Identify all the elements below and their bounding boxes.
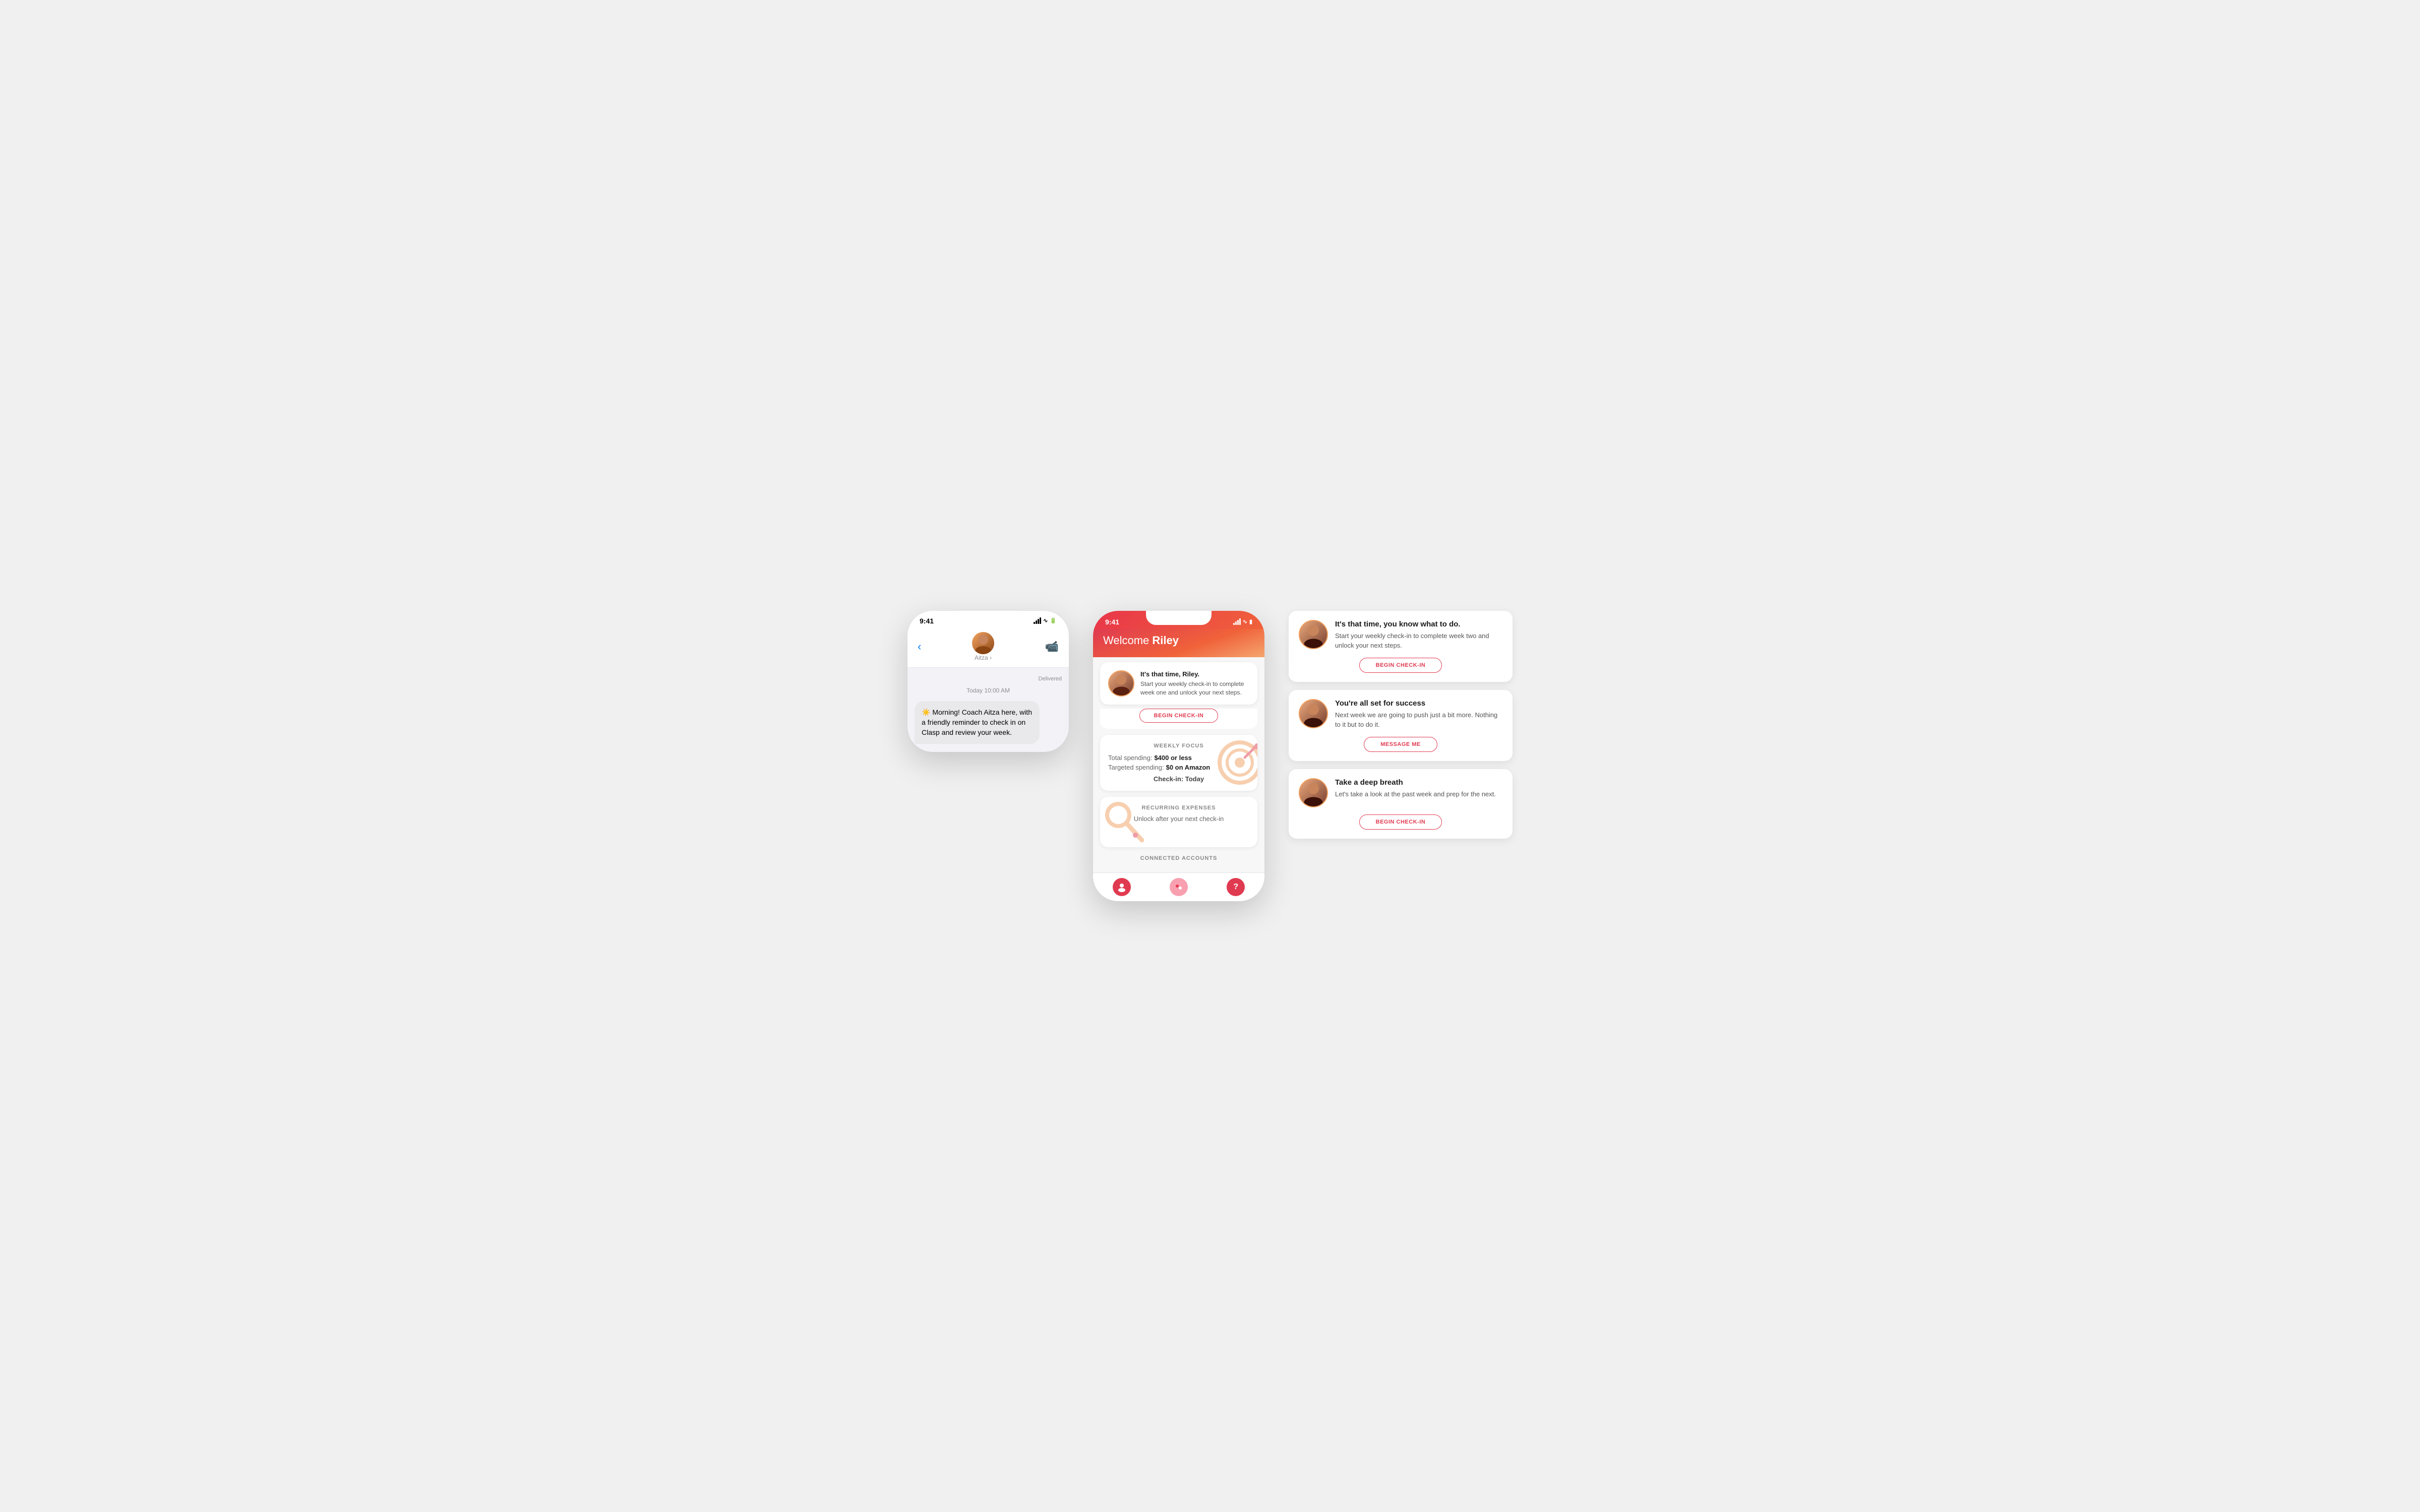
checkin-desc: Start your weekly check-in to complete w… — [1140, 680, 1249, 697]
checkin-card: It's that time, Riley. Start your weekly… — [1100, 662, 1257, 705]
coach-card-2-title: You're all set for success — [1335, 699, 1502, 708]
weekly-focus-card: WEEKLY FOCUS Total spending: $400 or les… — [1100, 735, 1257, 791]
messaging-phone: 9:41 ∿ 🔋 ‹ — [908, 611, 1069, 752]
app-status-icons: ∿ ▮ — [1233, 618, 1252, 625]
connected-accounts-section: CONNECTED ACCOUNTS — [1100, 853, 1257, 861]
coach-card-1-avatar — [1299, 620, 1328, 649]
page-wrapper: 9:41 ∿ 🔋 ‹ — [908, 611, 1512, 902]
contact-avatar — [972, 632, 994, 654]
battery-icon: 🔋 — [1050, 617, 1057, 624]
checkin-card-text: It's that time, Riley. Start your weekly… — [1140, 670, 1249, 697]
coach-card-2-text: You're all set for success Next week we … — [1335, 699, 1502, 730]
welcome-prefix: Welcome — [1103, 634, 1152, 647]
coach-cards-column: It's that time, you know what to do. Sta… — [1289, 611, 1512, 839]
coach-card-1-desc: Start your weekly check-in to complete w… — [1335, 631, 1502, 651]
coach-card-1-inner: It's that time, you know what to do. Sta… — [1299, 620, 1502, 651]
checkin-title: It's that time, Riley. — [1140, 670, 1249, 678]
tab-bar: ? — [1093, 872, 1264, 901]
video-call-icon[interactable]: 📹 — [1045, 640, 1059, 653]
app-time: 9:41 — [1105, 618, 1119, 626]
app-content: It's that time, Riley. Start your weekly… — [1093, 657, 1264, 873]
contact-name: Aitza › — [975, 654, 992, 661]
home-tab[interactable] — [1170, 878, 1188, 896]
wifi-icon: ∿ — [1043, 617, 1048, 624]
profile-tab[interactable] — [1113, 878, 1131, 896]
coach-card-3-title: Take a deep breath — [1335, 778, 1502, 787]
welcome-heading: Welcome Riley — [1103, 634, 1254, 647]
coach-card-3-text: Take a deep breath Let's take a look at … — [1335, 778, 1502, 799]
app-phone-notch — [1146, 611, 1212, 625]
coach-card-2: You're all set for success Next week we … — [1289, 690, 1512, 761]
back-button[interactable]: ‹ — [918, 640, 921, 653]
msg-body: Delivered Today 10:00 AM ☀️ Morning! Coa… — [908, 668, 1069, 752]
signal-icon — [1034, 617, 1041, 624]
total-spending-value: $400 or less — [1154, 754, 1191, 762]
target-icon — [1217, 740, 1257, 785]
contact-chevron: › — [990, 654, 992, 661]
coach-card-3-desc: Let's take a look at the past week and p… — [1335, 789, 1502, 799]
contact-info: Aitza › — [972, 632, 994, 661]
app-header: Welcome Riley — [1093, 629, 1264, 657]
app-signal-icon — [1233, 618, 1241, 625]
coach-card-3-inner: Take a deep breath Let's take a look at … — [1299, 778, 1502, 807]
checkin-value: Today — [1185, 775, 1204, 783]
coach-card-3: Take a deep breath Let's take a look at … — [1289, 769, 1512, 839]
coach-card-3-avatar — [1299, 778, 1328, 807]
begin-checkin-button[interactable]: BEGIN CHECK-IN — [1139, 709, 1219, 723]
coach-card-3-button[interactable]: BEGIN CHECK-IN — [1359, 814, 1442, 830]
app-battery-icon: ▮ — [1249, 618, 1252, 625]
phone-notch — [955, 611, 1021, 625]
coach-card-1: It's that time, you know what to do. Sta… — [1289, 611, 1512, 682]
recurring-expenses-card: RECURRING EXPENSES Unlock after your nex… — [1100, 797, 1257, 847]
checkin-label: Check-in: — [1154, 775, 1183, 783]
coach-card-1-title: It's that time, you know what to do. — [1335, 620, 1502, 628]
coach-card-2-avatar — [1299, 699, 1328, 728]
delivered-label: Delivered — [915, 676, 1062, 682]
app-wifi-icon: ∿ — [1243, 618, 1247, 625]
msg-header: ‹ Aitza › 📹 — [908, 628, 1069, 668]
connected-accounts-title: CONNECTED ACCOUNTS — [1100, 855, 1257, 861]
msg-status-icons: ∿ 🔋 — [1034, 617, 1057, 624]
coach-card-2-inner: You're all set for success Next week we … — [1299, 699, 1502, 730]
targeted-spending-value: $0 on Amazon — [1166, 764, 1211, 771]
coach-card-1-text: It's that time, you know what to do. Sta… — [1335, 620, 1502, 651]
help-tab[interactable]: ? — [1227, 878, 1245, 896]
welcome-name: Riley — [1152, 634, 1179, 647]
app-phone: 9:41 ∿ ▮ Welcome Riley — [1093, 611, 1264, 902]
key-icon — [1104, 801, 1144, 846]
coach-card-2-button[interactable]: MESSAGE ME — [1364, 737, 1437, 752]
targeted-spending-label: Targeted spending: — [1108, 764, 1164, 771]
msg-time: 9:41 — [920, 617, 934, 625]
message-bubble: ☀️ Morning! Coach Aitza here, with a fri… — [915, 701, 1040, 744]
coach-card-1-button[interactable]: BEGIN CHECK-IN — [1359, 658, 1442, 673]
coach-avatar-app — [1108, 670, 1134, 697]
coach-card-2-desc: Next week we are going to push just a bi… — [1335, 710, 1502, 730]
date-label: Today 10:00 AM — [915, 687, 1062, 694]
total-spending-label: Total spending: — [1108, 754, 1152, 762]
